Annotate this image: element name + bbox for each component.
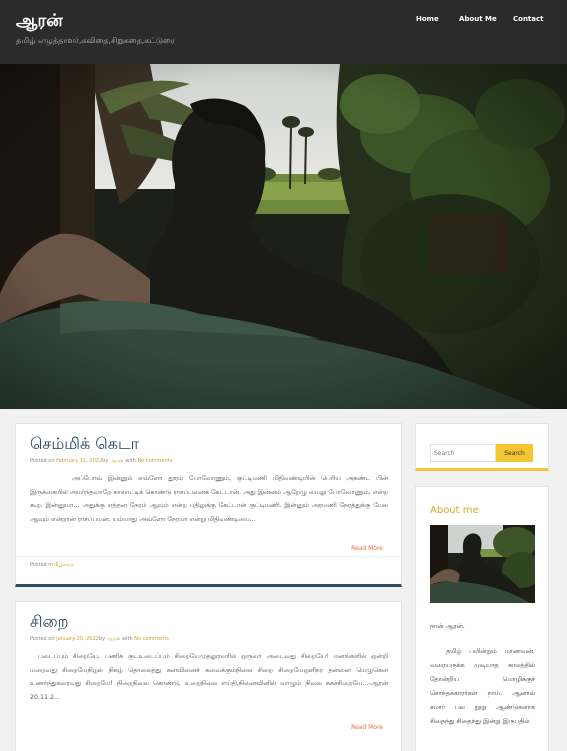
read-more-link[interactable]: Read More [351,545,383,552]
post-author[interactable]: ஆரன் [110,458,124,464]
posted-in-label: Posted in [30,562,53,568]
category-link[interactable]: சிறுகதை [54,562,73,568]
posted-in: Posted in சிறுகதை [30,562,74,568]
hero-image [0,64,567,409]
by-label: by [98,636,106,642]
search-button[interactable]: Search [496,444,533,462]
read-more-link[interactable]: Read More [351,724,383,731]
post-meta: Posted on February 11, 2022by ஆரன் with … [30,458,172,464]
about-widget: About me நான் ஆரன். தமிழ் பயின்றும் மாணவ… [415,486,549,751]
post-date[interactable]: January 20, 2022 [56,636,99,642]
about-image [430,525,535,603]
with-label: with [125,458,136,464]
nav-item-about-me[interactable]: About Me [459,15,497,23]
post-title[interactable]: சிறை [30,612,69,633]
with-label: with [122,636,133,642]
nav-item-home[interactable]: Home [416,15,439,23]
site-header: ஆரன் தமிழ் எழுத்தாளர்,கவிதை,சிறுகதை,கட்ட… [0,0,567,64]
post-comments-link[interactable]: No comments [137,458,172,464]
widget-title: About me [430,505,479,516]
post-card: சிறை Posted on January 20, 2022by ஆரன் w… [15,601,402,751]
post-meta: Posted on January 20, 2022by ஆரன் with N… [30,636,169,642]
posted-on-label: Posted on [30,636,55,642]
search-input[interactable] [430,444,496,462]
post-comments-link[interactable]: No comments [134,636,169,642]
nav-item-contact[interactable]: Contact [513,15,544,23]
about-text: நான் ஆரன். [430,623,465,630]
posted-on-label: Posted on [30,458,55,464]
post-date[interactable]: February 11, 2022 [56,458,102,464]
post-excerpt: அப்போவ் இன்னும் எவ்ளோ தூரம் போவோணும், கு… [30,475,388,523]
about-text: தமிழ் பயின்றும் மாணவன். வரையருக்க முடியா… [430,648,535,725]
post-divider [16,556,402,557]
main-nav: Home About Me Contact [0,15,567,27]
post-title[interactable]: செம்மிக் கெடா [30,434,139,455]
by-label: by [102,458,109,464]
post-card: செம்மிக் கெடா Posted on February 11, 202… [15,423,402,587]
search-widget: Search [415,423,549,471]
post-excerpt: படைப்பும் சிறையே, பணிக் குடஉடைப்பும் சிற… [30,653,388,701]
site-description: தமிழ் எழுத்தாளர்,கவிதை,சிறுகதை,கட்டுரை [16,36,175,45]
post-author[interactable]: ஆரன் [107,636,121,642]
